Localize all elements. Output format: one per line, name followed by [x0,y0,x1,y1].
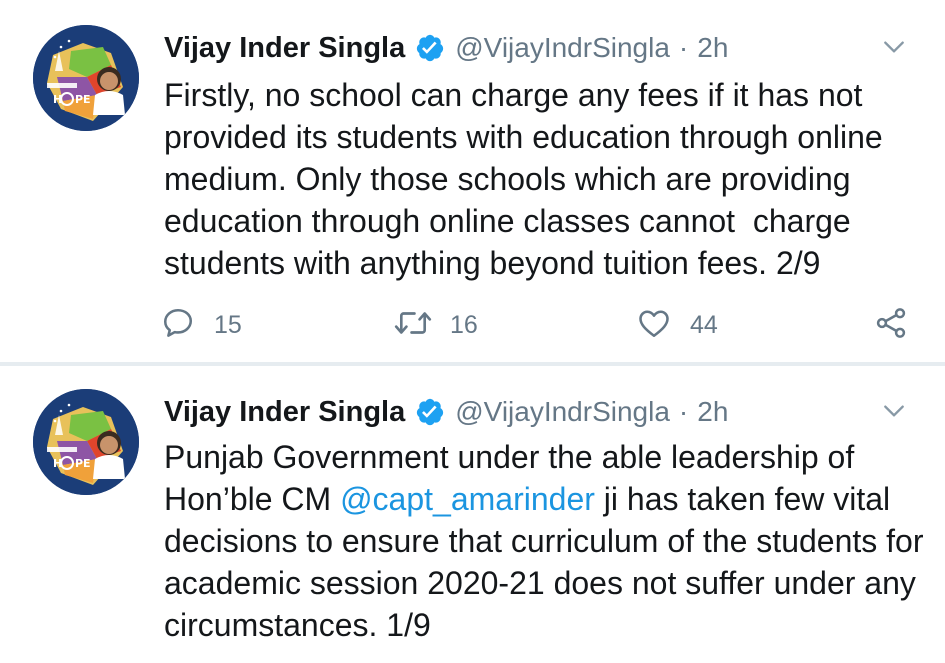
svg-text:PE: PE [75,93,91,106]
tweet-actions: 15 16 44 [160,303,920,347]
reply-count: 15 [214,310,242,339]
tweet-timestamp[interactable]: 2h [697,396,728,428]
mention-link[interactable]: @capt_amarinder [340,481,595,517]
retweet-icon [394,305,432,346]
verified-badge-icon [415,397,445,427]
tweet-header: Vijay Inder Singla @VijayIndrSingla · 2h [164,26,915,70]
avatar[interactable]: H PE [33,389,139,495]
svg-text:PE: PE [75,457,91,470]
avatar-image: H PE [33,389,139,495]
author-name[interactable]: Vijay Inder Singla [164,396,405,429]
avatar[interactable]: H PE [33,25,139,131]
tweet-timestamp[interactable]: 2h [697,32,728,64]
tweet-text: Firstly, no school can charge any fees i… [164,77,892,281]
verified-badge-icon [415,33,445,63]
avatar-image: H PE [33,25,139,131]
tweet-header: Vijay Inder Singla @VijayIndrSingla · 2h [164,390,915,434]
separator-dot: · [678,396,689,427]
like-count: 44 [690,310,718,339]
share-button[interactable] [873,303,909,347]
tweet-feed: H PE Vijay Inder Singla @VijayIndrSingla… [0,0,945,663]
heart-icon [636,305,672,346]
author-handle[interactable]: @VijayIndrSingla [455,396,670,428]
reply-icon [160,305,196,346]
chevron-down-icon[interactable] [881,398,907,424]
chevron-down-icon[interactable] [881,34,907,60]
retweet-count: 16 [450,310,478,339]
reply-button[interactable]: 15 [160,303,242,347]
share-icon [873,305,909,346]
author-name[interactable]: Vijay Inder Singla [164,32,405,65]
retweet-button[interactable]: 16 [394,303,478,347]
author-handle[interactable]: @VijayIndrSingla [455,32,670,64]
tweet[interactable]: H PE Vijay Inder Singla @VijayIndrSingla… [0,366,945,663]
tweet-text: Punjab Government under the able leaders… [164,436,924,646]
like-button[interactable]: 44 [636,303,718,347]
separator-dot: · [678,32,689,63]
tweet[interactable]: H PE Vijay Inder Singla @VijayIndrSingla… [0,0,945,362]
